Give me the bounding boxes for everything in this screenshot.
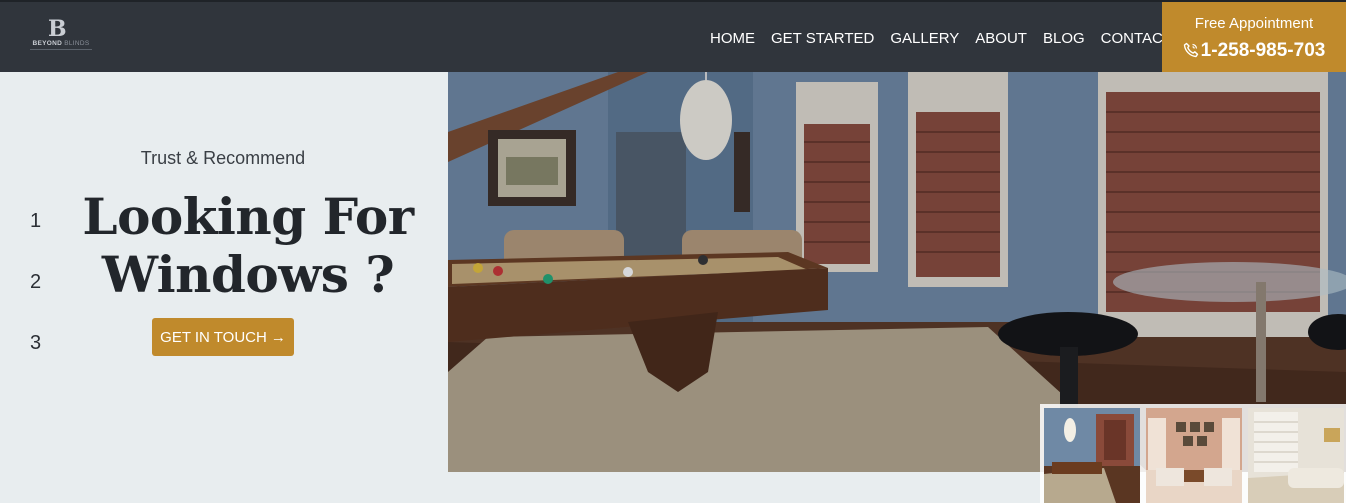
logo[interactable]: B BEYOND BLINDS — [26, 16, 96, 56]
thumbnail-3[interactable] — [1248, 408, 1344, 503]
hero-headline-line2: Windows ? — [101, 245, 395, 304]
nav-item-blog[interactable]: BLOG — [1043, 30, 1085, 47]
logo-underline — [30, 49, 92, 50]
thumbnail-strip — [1040, 404, 1346, 503]
appointment-title: Free Appointment — [1194, 15, 1314, 32]
hero-headline: Looking For Windows ? — [60, 188, 436, 304]
logo-text: BEYOND BLINDS — [26, 40, 96, 47]
slide-number-1[interactable]: 1 — [30, 210, 50, 233]
nav-item-get-started[interactable]: GET STARTED — [771, 30, 874, 47]
logo-name-secondary: BLINDS — [64, 40, 90, 47]
get-in-touch-button[interactable]: GET IN TOUCH → — [152, 318, 294, 356]
slide-number-3[interactable]: 3 — [30, 332, 50, 355]
phone-icon — [1183, 42, 1198, 58]
hero-headline-line1: Looking For — [82, 187, 414, 246]
logo-name-primary: BEYOND — [32, 40, 63, 47]
slide-number-2[interactable]: 2 — [30, 271, 50, 294]
nav-item-home[interactable]: HOME — [710, 30, 755, 47]
thumbnail-1[interactable] — [1044, 408, 1140, 503]
appointment-phone: 1-258-985-703 — [1162, 40, 1346, 62]
hero-eyebrow: Trust & Recommend — [140, 148, 306, 168]
nav-item-about[interactable]: ABOUT — [975, 30, 1027, 47]
phone-number: 1-258-985-703 — [1200, 40, 1326, 61]
arrow-right-icon: → — [270, 328, 286, 346]
main-nav: HOME GET STARTED GALLERY ABOUT BLOG CONT… — [710, 30, 1188, 47]
cta-label: GET IN TOUCH — [160, 328, 267, 346]
nav-item-gallery[interactable]: GALLERY — [890, 30, 959, 47]
free-appointment-button[interactable]: Free Appointment 1-258-985-703 — [1162, 2, 1346, 72]
site-header: B BEYOND BLINDS HOME GET STARTED GALLERY… — [0, 0, 1346, 72]
logo-mark: B — [48, 16, 67, 42]
thumbnail-2[interactable] — [1146, 408, 1242, 503]
